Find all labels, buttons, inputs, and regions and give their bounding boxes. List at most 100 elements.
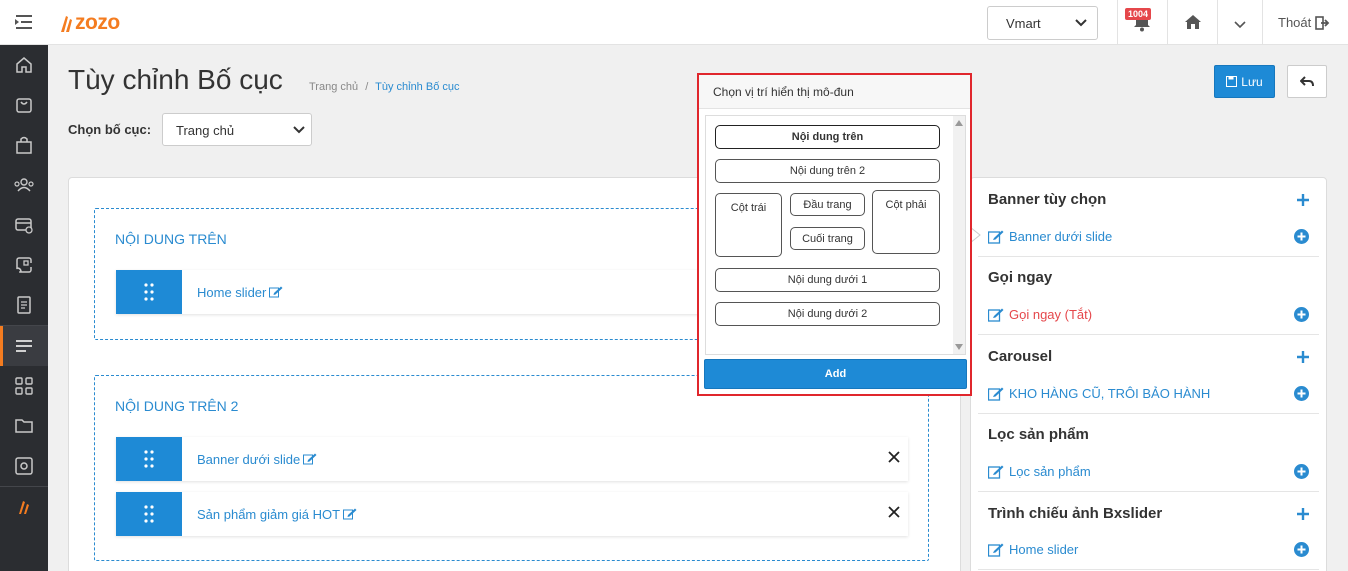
drag-handle[interactable] xyxy=(116,437,182,481)
sidebar-item-payments[interactable] xyxy=(0,205,48,245)
sidebar-item-brand[interactable] xyxy=(0,487,48,527)
drag-handle[interactable] xyxy=(116,492,182,536)
home-icon[interactable] xyxy=(1184,14,1202,35)
edit-icon xyxy=(269,286,283,298)
layout-label: Chọn bố cục: xyxy=(68,122,152,137)
section-title: NỘI DUNG TRÊN 2 xyxy=(115,398,239,414)
save-label: Lưu xyxy=(1241,74,1263,89)
store-select[interactable]: Vmart xyxy=(987,6,1098,40)
scroll-down-icon xyxy=(955,344,963,350)
edit-icon xyxy=(988,465,1004,479)
logout-button[interactable]: Thoát xyxy=(1278,15,1331,30)
edit-icon xyxy=(988,387,1004,401)
position-footer[interactable]: Cuối trang xyxy=(790,227,865,250)
cast-icon xyxy=(16,257,32,273)
divider xyxy=(978,569,1319,570)
module-name: Sản phẩm giảm giá HOT xyxy=(197,506,341,522)
add-button[interactable]: Add xyxy=(704,359,967,389)
layout-select[interactable]: Trang chủ xyxy=(162,113,312,146)
module-group-title: Lọc sản phẩm xyxy=(988,426,1089,443)
position-grid: Nội dung trên Nội dung trên 2 Cột trái Đ… xyxy=(705,115,966,355)
module-group-title: Banner tùy chọn xyxy=(988,191,1107,208)
remove-module-icon[interactable] xyxy=(888,450,900,468)
brand-icon xyxy=(19,501,29,514)
home-icon xyxy=(16,57,32,73)
remove-module-icon[interactable] xyxy=(888,505,900,523)
add-circle-icon[interactable] xyxy=(1294,464,1309,484)
module-row[interactable]: Banner dưới slide xyxy=(116,437,908,481)
sidebar-item-cast[interactable] xyxy=(0,245,48,285)
module-item-name: Gọi ngay (Tắt) xyxy=(1009,307,1093,322)
undo-button[interactable] xyxy=(1287,65,1327,98)
add-circle-icon[interactable] xyxy=(1294,307,1309,327)
floppy-icon xyxy=(1226,76,1238,87)
module-name: Home slider xyxy=(197,284,267,300)
sidebar-item-layout[interactable] xyxy=(0,326,48,366)
plus-icon[interactable] xyxy=(1297,350,1309,368)
module-group-title: Carousel xyxy=(988,348,1053,365)
add-circle-icon[interactable] xyxy=(1294,229,1309,249)
breadcrumb: Trang chủ / Tùy chỉnh Bố cục xyxy=(309,81,459,93)
logo[interactable]: zozo xyxy=(59,9,120,37)
module-item[interactable]: Home slider xyxy=(988,542,1078,557)
sidebar-item-orders[interactable] xyxy=(0,125,48,165)
divider xyxy=(1167,0,1168,45)
position-left-column[interactable]: Cột trái xyxy=(715,193,782,257)
sidebar-item-customers[interactable] xyxy=(0,165,48,205)
logout-label: Thoát xyxy=(1278,15,1312,30)
edit-icon xyxy=(988,308,1004,322)
add-circle-icon[interactable] xyxy=(1294,542,1309,562)
sidebar-item-content[interactable] xyxy=(0,285,48,325)
add-circle-icon[interactable] xyxy=(1294,386,1309,406)
logo-mark-icon xyxy=(61,16,72,32)
undo-icon xyxy=(1300,75,1314,86)
sidebar-item-home[interactable] xyxy=(0,45,48,85)
breadcrumb-separator: / xyxy=(365,81,369,93)
edit-icon xyxy=(988,230,1004,244)
drag-handle[interactable] xyxy=(116,270,182,314)
position-right-column[interactable]: Cột phải xyxy=(872,190,940,254)
breadcrumb-home[interactable]: Trang chủ xyxy=(309,81,358,93)
users-icon xyxy=(14,178,34,192)
document-icon xyxy=(17,296,31,314)
logout-icon xyxy=(1315,15,1330,30)
sidebar-item-settings[interactable] xyxy=(0,446,48,486)
position-bottom-2[interactable]: Nội dung dưới 2 xyxy=(715,302,940,326)
edit-icon xyxy=(988,543,1004,557)
chevron-down-icon[interactable] xyxy=(1234,17,1246,35)
divider xyxy=(1262,0,1263,45)
save-button[interactable]: Lưu xyxy=(1214,65,1275,98)
module-item[interactable]: Gọi ngay (Tắt) xyxy=(988,307,1092,322)
position-header[interactable]: Đầu trang xyxy=(790,193,865,216)
position-bottom-1[interactable]: Nội dung dưới 1 xyxy=(715,268,940,292)
divider xyxy=(978,413,1319,414)
menu-toggle-icon[interactable] xyxy=(12,13,34,31)
module-row[interactable]: Sản phẩm giảm giá HOT xyxy=(116,492,908,536)
position-top[interactable]: Nội dung trên xyxy=(715,125,940,149)
drag-dots-icon xyxy=(144,283,154,301)
module-item[interactable]: Lọc sản phẩm xyxy=(988,464,1091,479)
sidebar-item-shop[interactable] xyxy=(0,85,48,125)
module-group-title: Gọi ngay xyxy=(988,269,1053,286)
breadcrumb-current[interactable]: Tùy chỉnh Bố cục xyxy=(375,81,459,93)
module-link[interactable]: Banner dưới slide xyxy=(197,452,317,467)
folder-icon xyxy=(15,419,33,433)
module-link[interactable]: Home slider xyxy=(197,285,283,300)
module-group-title: Trình chiếu ảnh Bxslider xyxy=(988,505,1163,522)
plus-icon[interactable] xyxy=(1297,193,1309,211)
sidebar-item-files[interactable] xyxy=(0,406,48,446)
bag-icon xyxy=(16,136,32,154)
layout-lines-icon xyxy=(16,340,32,352)
sidebar-item-modules[interactable] xyxy=(0,366,48,406)
position-picker-popover: Chọn vị trí hiển thị mô-đun Nội dung trê… xyxy=(697,73,972,396)
scrollbar[interactable] xyxy=(953,116,965,354)
module-item[interactable]: KHO HÀNG CŨ, TRÔI BẢO HÀNH xyxy=(988,386,1210,401)
chevron-down-icon xyxy=(1075,19,1087,27)
divider xyxy=(1117,0,1118,45)
page-title: Tùy chỉnh Bố cục xyxy=(68,64,283,95)
module-link[interactable]: Sản phẩm giảm giá HOT xyxy=(197,507,357,522)
plus-icon[interactable] xyxy=(1297,507,1309,525)
position-top-2[interactable]: Nội dung trên 2 xyxy=(715,159,940,183)
notification-badge: 1004 xyxy=(1125,8,1152,20)
module-item[interactable]: Banner dưới slide xyxy=(988,229,1112,244)
